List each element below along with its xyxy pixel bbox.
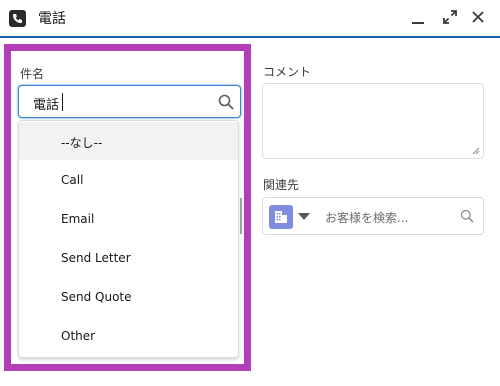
option-send-quote[interactable]: Send Quote xyxy=(19,278,238,316)
search-icon[interactable] xyxy=(460,209,474,223)
subject-label: 件名 xyxy=(20,67,45,81)
related-lookup[interactable]: お客様を検索... xyxy=(262,197,484,235)
subject-input-value: 電話 xyxy=(33,98,60,113)
close-button[interactable] xyxy=(469,8,487,26)
dropdown-scroll-edge xyxy=(240,198,242,234)
expand-button[interactable] xyxy=(441,8,459,26)
account-icon[interactable] xyxy=(269,205,293,229)
comment-textarea[interactable] xyxy=(262,83,484,159)
related-label: 関連先 xyxy=(263,178,300,192)
close-icon xyxy=(472,11,484,23)
phone-icon xyxy=(9,10,26,27)
option-other[interactable]: Other xyxy=(19,317,238,355)
related-search-placeholder: お客様を検索... xyxy=(325,211,409,225)
option-email[interactable]: Email xyxy=(19,200,238,238)
text-caret xyxy=(62,93,63,111)
option-send-letter[interactable]: Send Letter xyxy=(19,239,238,277)
option-call[interactable]: Call xyxy=(19,161,238,199)
minimize-button[interactable] xyxy=(409,8,427,26)
option-none[interactable]: --なし-- xyxy=(19,122,238,160)
subject-dropdown-list: --なし-- Call Email Send Letter Send Quote… xyxy=(18,120,239,358)
modal-header: 電話 xyxy=(0,0,500,38)
modal-title: 電話 xyxy=(38,11,66,27)
resize-grip-icon[interactable] xyxy=(472,147,480,155)
subject-input[interactable]: 電話 xyxy=(18,85,241,118)
task-modal: 電話 件名 電話 --なし-- Call Email Send Letter S… xyxy=(0,0,500,386)
comment-label: コメント xyxy=(263,65,312,79)
chevron-down-icon[interactable] xyxy=(298,213,310,220)
search-icon[interactable] xyxy=(218,94,234,110)
expand-icon xyxy=(443,10,457,24)
